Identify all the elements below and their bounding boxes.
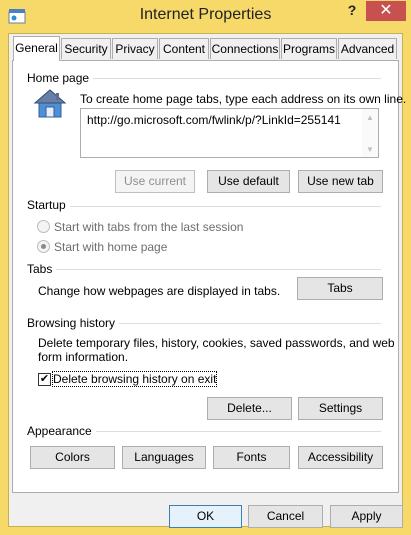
url-scrollbar[interactable]: ▲ ▼: [362, 109, 378, 157]
tabs-description: Change how webpages are displayed in tab…: [38, 284, 281, 298]
delete-on-exit-checkbox[interactable]: ✔: [38, 373, 51, 386]
cancel-button[interactable]: Cancel: [248, 505, 323, 528]
use-default-button[interactable]: Use default: [207, 170, 290, 193]
delete-on-exit-label[interactable]: Delete browsing history on exit: [51, 371, 218, 387]
home-page-url: http://go.microsoft.com/fwlink/p/?LinkId…: [87, 113, 341, 127]
use-new-tab-button[interactable]: Use new tab: [298, 170, 383, 193]
browsing-history-description-1: Delete temporary files, history, cookies…: [38, 336, 395, 350]
browsing-history-description-2: form information.: [38, 350, 129, 364]
home-page-section-label: Home page: [27, 71, 94, 85]
tabs-button[interactable]: Tabs: [297, 277, 383, 300]
home-page-instructions: To create home page tabs, type each addr…: [80, 92, 407, 106]
browsing-history-section-label: Browsing history: [27, 316, 120, 330]
startup-last-session-radio[interactable]: [37, 220, 50, 233]
tab-security[interactable]: Security: [61, 38, 111, 59]
tab-privacy[interactable]: Privacy: [112, 38, 158, 59]
ok-button[interactable]: OK: [169, 505, 242, 528]
delete-button[interactable]: Delete...: [207, 397, 292, 420]
tab-content[interactable]: Content: [159, 38, 209, 59]
startup-last-session-label[interactable]: Start with tabs from the last session: [54, 220, 243, 234]
startup-separator: [27, 206, 381, 207]
settings-button[interactable]: Settings: [298, 397, 383, 420]
use-current-button[interactable]: Use current: [115, 170, 195, 193]
tab-programs[interactable]: Programs: [281, 38, 337, 59]
home-page-url-textarea[interactable]: http://go.microsoft.com/fwlink/p/?LinkId…: [80, 108, 379, 158]
help-button[interactable]: ?: [341, 2, 363, 22]
fonts-button[interactable]: Fonts: [213, 446, 290, 469]
accessibility-button[interactable]: Accessibility: [298, 446, 383, 469]
home-icon: [33, 89, 67, 118]
apply-button[interactable]: Apply: [330, 505, 403, 528]
startup-section-label: Startup: [27, 198, 70, 212]
close-button[interactable]: ✕: [366, 1, 406, 21]
startup-home-page-label[interactable]: Start with home page: [54, 240, 167, 254]
colors-button[interactable]: Colors: [30, 446, 115, 469]
tab-advanced[interactable]: Advanced: [338, 38, 397, 59]
tab-general[interactable]: General: [13, 36, 60, 61]
startup-home-page-radio[interactable]: [37, 240, 50, 253]
tabs-separator: [27, 269, 381, 270]
tabs-section-label: Tabs: [27, 262, 57, 276]
tab-connections[interactable]: Connections: [210, 38, 280, 59]
languages-button[interactable]: Languages: [122, 446, 206, 469]
scroll-up-icon[interactable]: ▲: [366, 113, 374, 122]
scroll-down-icon[interactable]: ▼: [366, 145, 374, 154]
appearance-section-label: Appearance: [27, 424, 96, 438]
